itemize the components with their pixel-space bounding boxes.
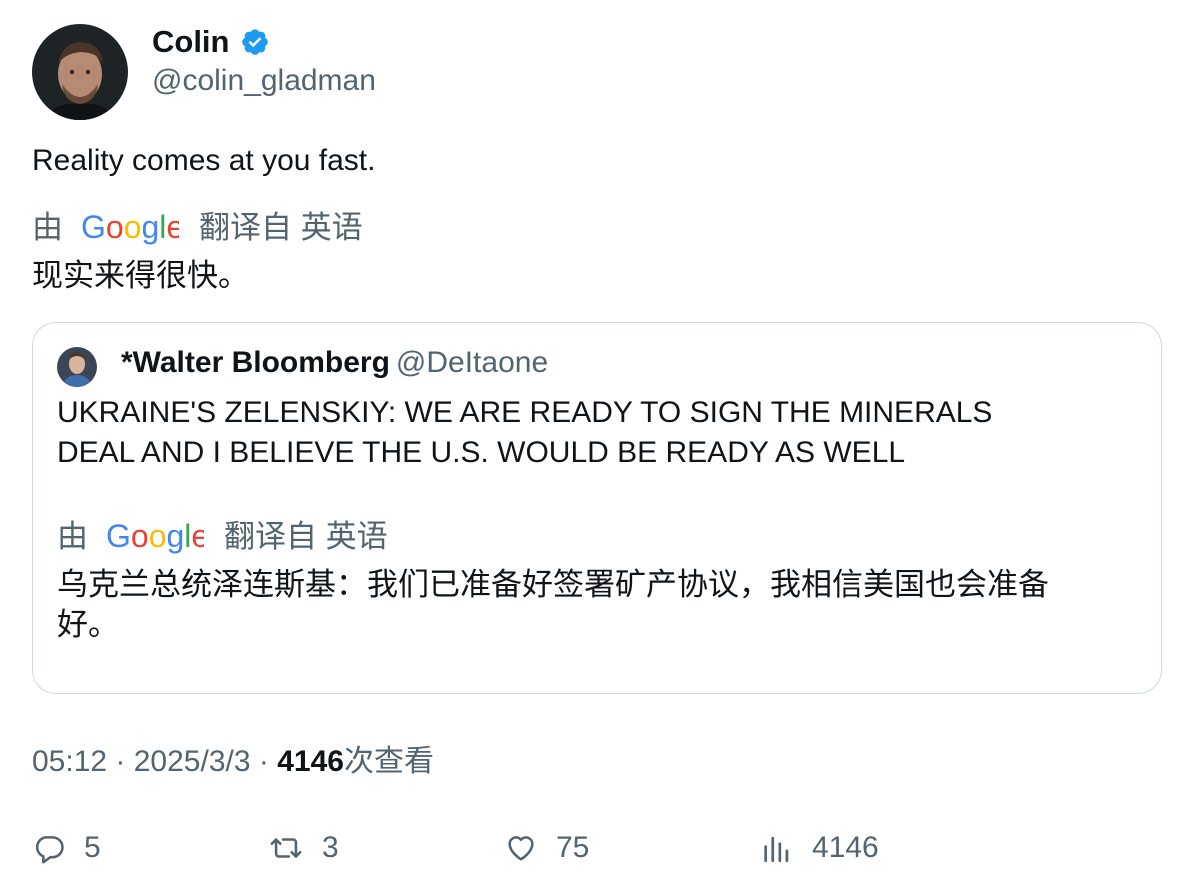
quote-author-handle[interactable]: @DeItaone <box>396 346 548 379</box>
like-button[interactable]: 75 <box>504 828 589 868</box>
retweet-count: 3 <box>322 831 339 864</box>
retweet-icon <box>270 838 302 858</box>
views-label: 次查看 <box>343 745 434 778</box>
quote-text-line: DEAL AND I BELIEVE THE U.S. WOULD BE REA… <box>57 436 906 469</box>
analytics-icon <box>764 836 789 863</box>
svg-text:Google: Google <box>81 210 179 245</box>
quote-translation-attribution: 由 Google 翻译自 英语 <box>57 517 388 557</box>
quote-text-line: UKRAINE'S ZELENSKIY: WE ARE READY TO SIG… <box>57 396 993 429</box>
quote-text: UKRAINE'S ZELENSKIY: WE ARE READY TO SIG… <box>57 393 1117 473</box>
views-action-count: 4146 <box>812 831 879 864</box>
google-logo-icon: Google <box>106 519 204 555</box>
google-logo-icon: Google <box>81 210 179 246</box>
translated-by-label: 由 <box>32 210 63 245</box>
author-name-text[interactable]: Colin <box>152 22 230 62</box>
translation-attribution: 由 Google 翻译自 英语 <box>32 208 363 248</box>
quote-translated-line: 好。 <box>57 607 119 642</box>
verified-badge-icon <box>240 27 270 57</box>
reply-count: 5 <box>84 831 101 864</box>
tweet-text: Reality comes at you fast. <box>32 144 376 177</box>
retweet-button[interactable]: 3 <box>268 828 339 868</box>
translated-from-label[interactable]: 翻译自 英语 <box>224 517 388 557</box>
views-button[interactable]: 4146 <box>760 828 879 868</box>
svg-text:Google: Google <box>106 519 204 554</box>
author-avatar[interactable] <box>32 24 128 120</box>
translated-from-label[interactable]: 翻译自 英语 <box>199 208 363 248</box>
like-count: 75 <box>556 831 590 864</box>
quote-translated-line: 乌克兰总统泽连斯基：我们已准备好签署矿产协议，我相信美国也会准备 <box>57 567 1049 602</box>
author-handle[interactable]: @colin_gladman <box>152 61 376 101</box>
reply-icon <box>35 836 64 864</box>
author-name[interactable]: Colin <box>152 22 270 62</box>
translated-by-label: 由 <box>57 519 88 554</box>
tweet-time[interactable]: 05:12 <box>32 745 107 778</box>
quote-header: *Walter Bloomberg @DeItaone <box>121 343 548 383</box>
tweet-meta: 05:12 · 2025/3/3 · 4146次查看 <box>32 742 434 782</box>
meta-separator: · <box>250 745 278 778</box>
quote-author-avatar <box>57 347 97 387</box>
reply-button[interactable]: 5 <box>32 828 101 868</box>
tweet-date[interactable]: 2025/3/3 <box>134 745 251 778</box>
quote-translated-text: 乌克兰总统泽连斯基：我们已准备好签署矿产协议，我相信美国也会准备 好。 <box>57 565 1117 645</box>
translated-text: 现实来得很快。 <box>32 258 249 293</box>
quote-tweet-card[interactable]: *Walter Bloomberg @DeItaone UKRAINE'S ZEL… <box>32 322 1162 694</box>
heart-icon <box>508 836 534 861</box>
quote-author-name[interactable]: *Walter Bloomberg <box>121 346 390 379</box>
views-count: 4146 <box>277 745 344 778</box>
meta-separator: · <box>107 745 134 778</box>
